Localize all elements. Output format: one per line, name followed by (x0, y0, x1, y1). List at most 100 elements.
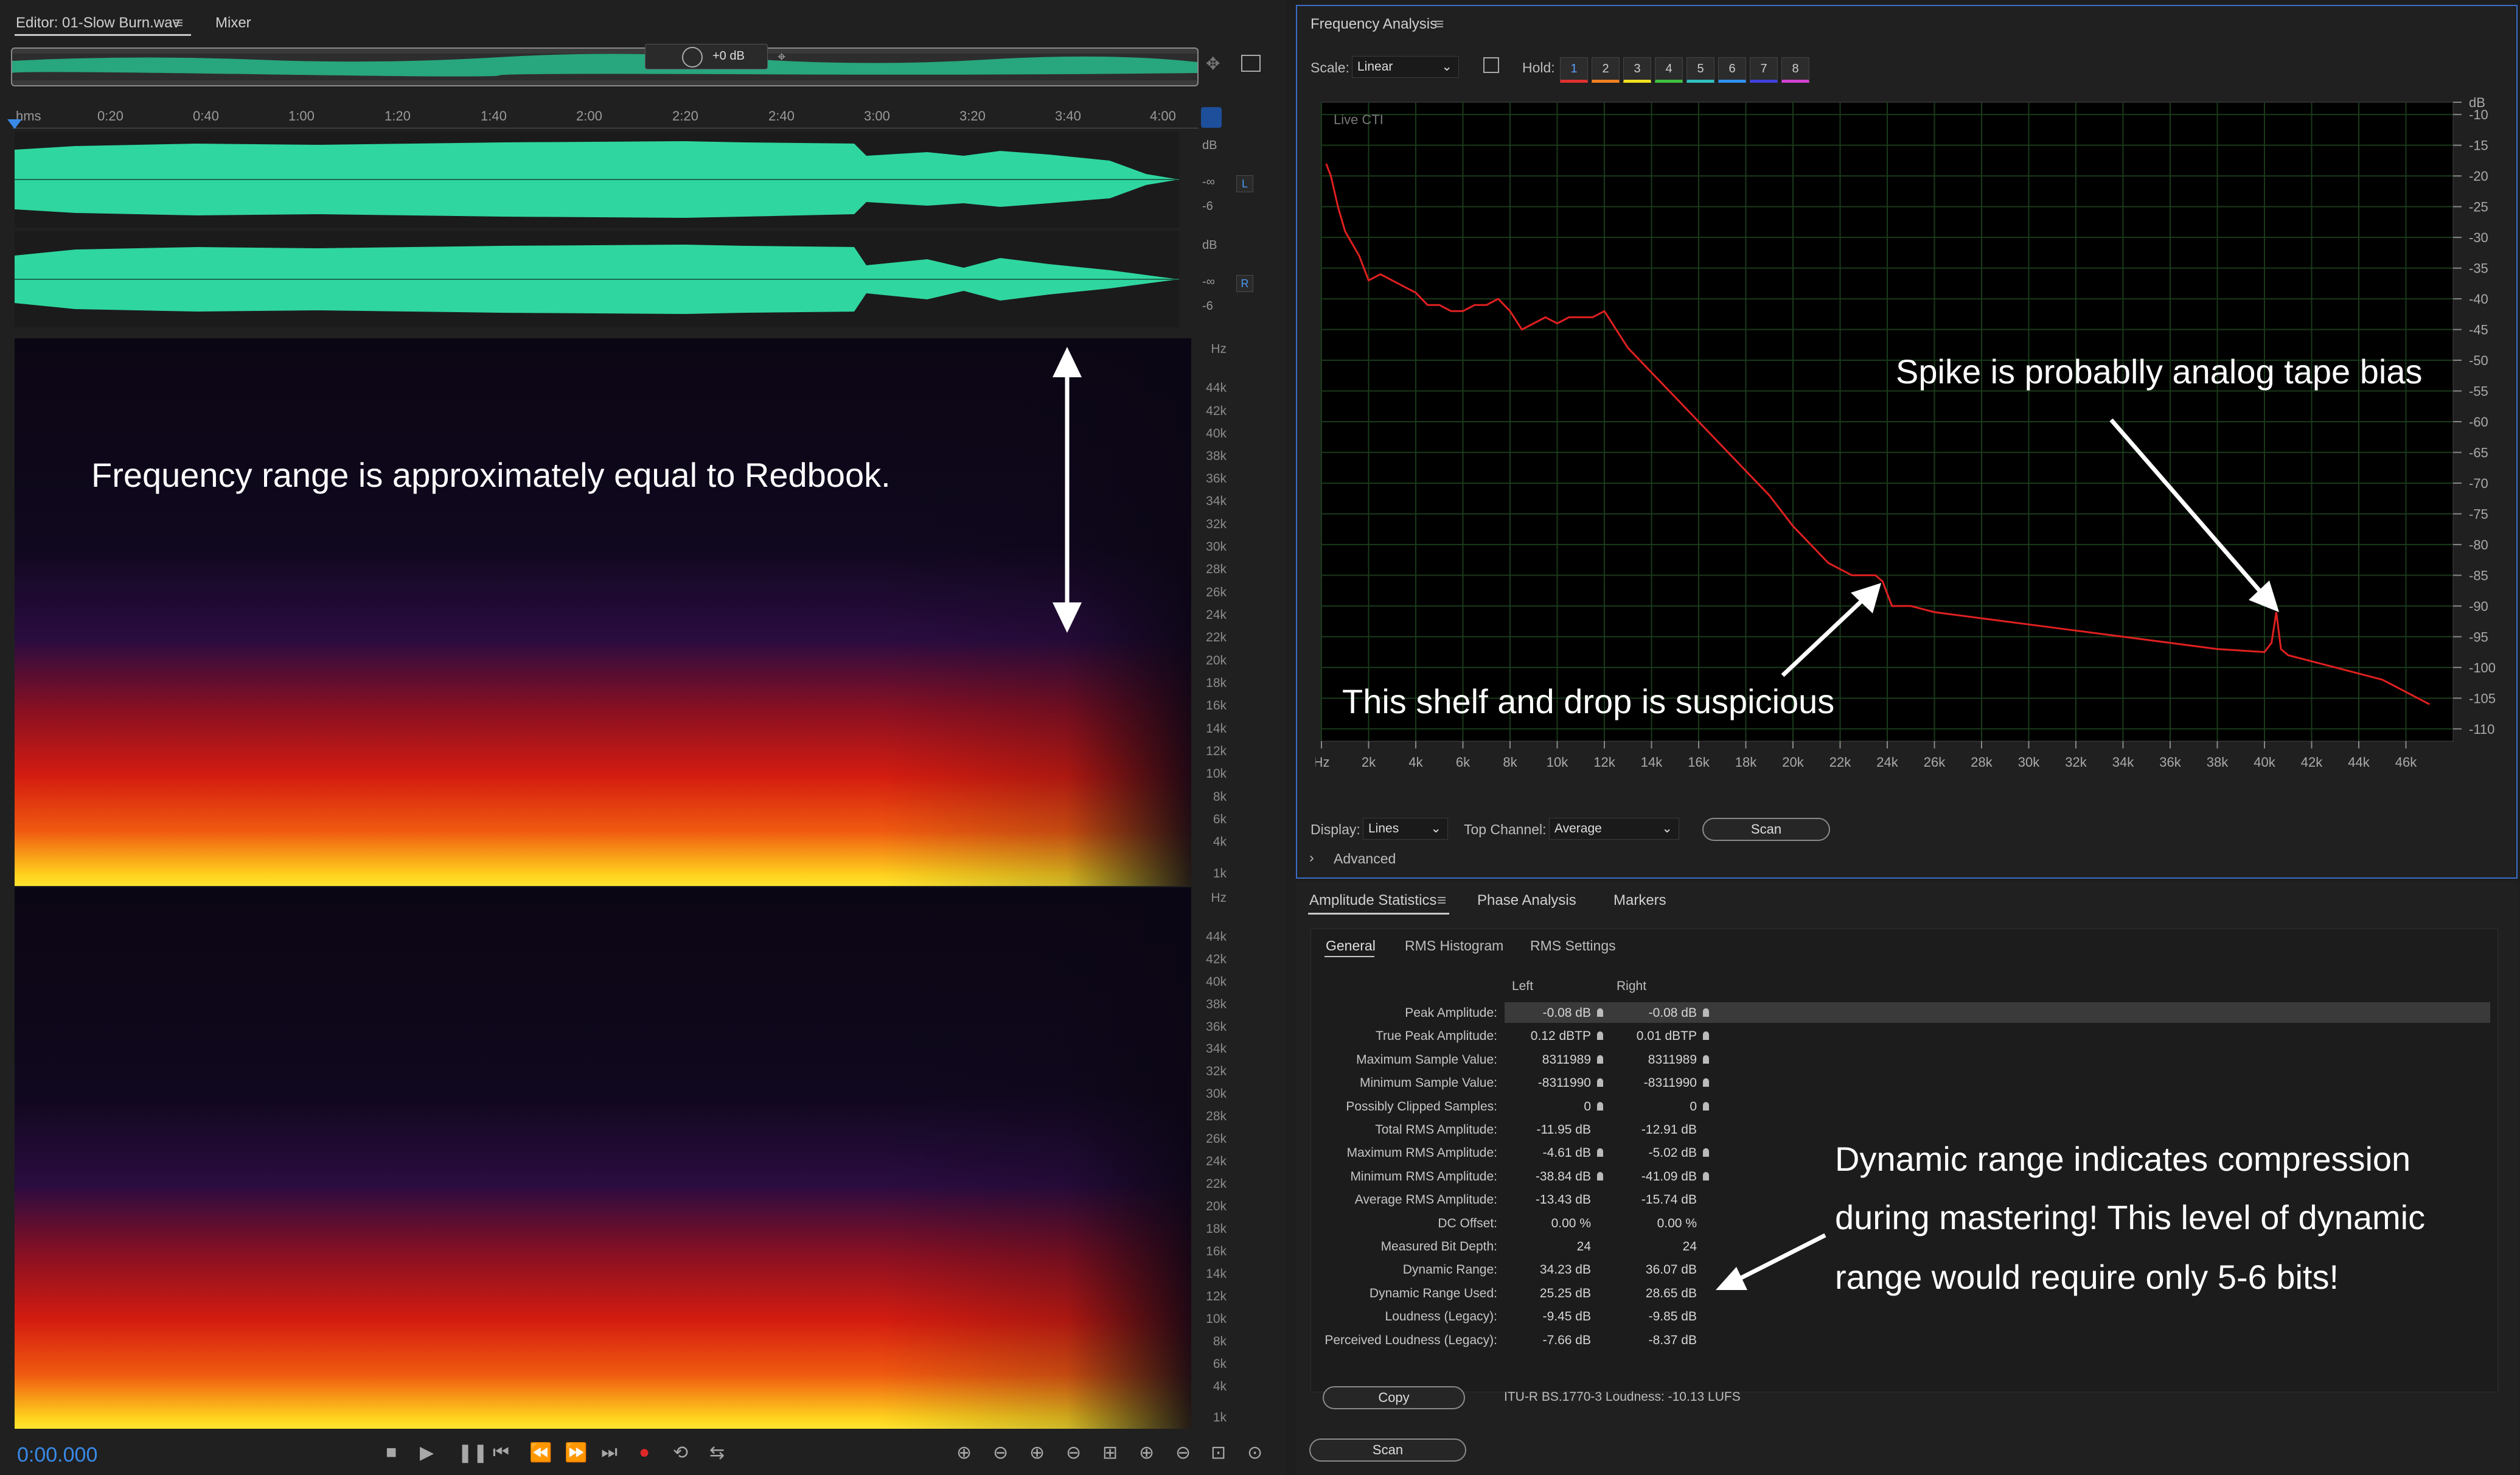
zoom-fit-icon[interactable]: ⊡ (1211, 1442, 1226, 1463)
editor-tab-menu-icon[interactable]: ≡ (174, 13, 183, 32)
zoom-in-time-icon[interactable]: ⊕ (1029, 1442, 1045, 1463)
hold-button-6[interactable]: 6 (1718, 57, 1746, 83)
stat-value-right[interactable]: -8.37 dB (1612, 1333, 1697, 1348)
stat-value-right[interactable]: -41.09 dB (1612, 1170, 1697, 1184)
hold-button-2[interactable]: 2 (1592, 57, 1620, 83)
marker-pin-icon[interactable] (1597, 1101, 1603, 1111)
stat-value-left[interactable]: -4.61 dB (1506, 1146, 1591, 1160)
stat-value-right[interactable]: 36.07 dB (1612, 1263, 1697, 1277)
time-display[interactable]: 0:00.000 (17, 1443, 97, 1467)
skip-selection-icon[interactable]: ⇆ (709, 1442, 725, 1463)
hold-button-3[interactable]: 3 (1623, 57, 1651, 83)
stat-value-left[interactable]: 0.12 dBTP (1506, 1029, 1591, 1044)
overview-waveform[interactable] (11, 47, 1199, 86)
snap-toggle-icon[interactable] (1201, 107, 1222, 128)
stat-value-right[interactable]: -8311990 (1612, 1076, 1697, 1090)
hold-button-5[interactable]: 5 (1686, 57, 1714, 83)
frequency-analysis-title[interactable]: Frequency Analysis (1310, 16, 1437, 33)
loop-icon[interactable]: ⟲ (673, 1442, 688, 1463)
zoom-in-amplitude-icon[interactable]: ⊕ (956, 1442, 972, 1463)
copy-graph-icon[interactable] (1483, 57, 1499, 73)
stat-value-right[interactable]: 0.00 % (1612, 1216, 1697, 1231)
marker-pin-icon[interactable] (1703, 1031, 1709, 1041)
stat-value-right[interactable]: 28.65 dB (1612, 1286, 1697, 1301)
stat-value-left[interactable]: -13.43 dB (1506, 1193, 1591, 1207)
subtab-general[interactable]: General (1326, 938, 1376, 954)
stat-value-left[interactable]: -11.95 dB (1506, 1123, 1591, 1137)
top-channel-select[interactable]: Average ⌄ (1549, 818, 1679, 840)
pause-icon[interactable]: ❚❚ (458, 1442, 488, 1463)
stat-value-left[interactable]: -38.84 dB (1506, 1170, 1591, 1184)
tab-amplitude-statistics[interactable]: Amplitude Statistics (1309, 892, 1436, 909)
zoom-out-time-icon[interactable]: ⊖ (1066, 1442, 1081, 1463)
zoom-in-point-icon[interactable]: ⊕ (1139, 1442, 1154, 1463)
fast-forward-icon[interactable]: ⏩ (565, 1442, 587, 1463)
stat-value-right[interactable]: 0 (1612, 1100, 1697, 1114)
fa-scan-button[interactable]: Scan (1702, 818, 1830, 841)
stat-value-left[interactable]: -0.08 dB (1506, 1006, 1591, 1020)
marker-pin-icon[interactable] (1597, 1008, 1603, 1017)
playhead-marker-icon[interactable] (7, 119, 22, 129)
waveform-right-channel[interactable] (15, 231, 1179, 327)
record-icon[interactable]: ● (639, 1442, 650, 1463)
display-select[interactable]: Lines ⌄ (1363, 818, 1448, 840)
stat-value-right[interactable]: -5.02 dB (1612, 1146, 1697, 1160)
fa-menu-icon[interactable]: ≡ (1435, 15, 1444, 33)
marker-pin-icon[interactable] (1597, 1148, 1603, 1157)
mixer-tab[interactable]: Mixer (215, 15, 251, 32)
stat-value-right[interactable]: -15.74 dB (1612, 1193, 1697, 1207)
stat-value-left[interactable]: 0 (1506, 1100, 1591, 1114)
stat-value-right[interactable]: 24 (1612, 1240, 1697, 1254)
stat-value-left[interactable]: 0.00 % (1506, 1216, 1591, 1231)
marker-pin-icon[interactable] (1703, 1171, 1709, 1180)
stat-value-left[interactable]: 25.25 dB (1506, 1286, 1591, 1301)
stat-value-left[interactable]: -7.66 dB (1506, 1333, 1591, 1348)
tab-phase-analysis[interactable]: Phase Analysis (1477, 892, 1576, 909)
copy-button[interactable]: Copy (1323, 1386, 1465, 1409)
subtab-rms-settings[interactable]: RMS Settings (1530, 938, 1616, 954)
editor-tab[interactable]: Editor: 01-Slow Burn.wav (16, 15, 179, 32)
stat-value-right[interactable]: -9.85 dB (1612, 1309, 1697, 1324)
channel-R-badge[interactable]: R (1236, 275, 1253, 292)
rewind-icon[interactable]: ⏪ (529, 1442, 552, 1463)
stat-value-right[interactable]: 0.01 dBTP (1612, 1029, 1697, 1044)
stat-value-left[interactable]: 24 (1506, 1240, 1591, 1254)
stop-icon[interactable]: ■ (386, 1442, 397, 1463)
marker-pin-icon[interactable] (1703, 1078, 1709, 1087)
marker-pin-icon[interactable] (1703, 1008, 1709, 1017)
spectrogram-right[interactable] (15, 887, 1191, 1429)
pin-icon[interactable]: ⌖ (778, 49, 786, 66)
hold-button-8[interactable]: 8 (1781, 57, 1809, 83)
hold-button-4[interactable]: 4 (1655, 57, 1683, 83)
stat-value-right[interactable]: 8311989 (1612, 1053, 1697, 1067)
marker-pin-icon[interactable] (1703, 1148, 1709, 1157)
zoom-nav-icon[interactable]: ✥ (1206, 54, 1220, 74)
gain-knob-icon[interactable] (682, 47, 703, 68)
amp-menu-icon[interactable]: ≡ (1437, 891, 1446, 910)
zoom-out-amplitude-icon[interactable]: ⊖ (993, 1442, 1008, 1463)
play-icon[interactable]: ▶ (420, 1442, 434, 1463)
skip-start-icon[interactable]: ⏮ (493, 1442, 509, 1463)
waveform-left-channel[interactable] (15, 131, 1179, 228)
zoom-out-full-icon[interactable]: ⊖ (1175, 1442, 1191, 1463)
marker-pin-icon[interactable] (1597, 1078, 1603, 1087)
hold-button-1[interactable]: 1 (1560, 57, 1588, 83)
stat-value-left[interactable]: 8311989 (1506, 1053, 1591, 1067)
stat-value-left[interactable]: -8311990 (1506, 1076, 1591, 1090)
gain-hud[interactable]: +0 dB (645, 44, 768, 69)
amp-scan-button[interactable]: Scan (1309, 1438, 1466, 1462)
channel-L-badge[interactable]: L (1236, 175, 1253, 192)
subtab-rms-histogram[interactable]: RMS Histogram (1405, 938, 1503, 954)
panel-layout-icon[interactable] (1241, 55, 1261, 72)
marker-pin-icon[interactable] (1703, 1101, 1709, 1111)
advanced-chevron-icon[interactable]: › (1309, 849, 1314, 866)
advanced-toggle[interactable]: Advanced (1334, 851, 1396, 867)
marker-pin-icon[interactable] (1703, 1055, 1709, 1064)
tab-markers[interactable]: Markers (1613, 892, 1666, 909)
marker-pin-icon[interactable] (1597, 1055, 1603, 1064)
stat-value-left[interactable]: -9.45 dB (1506, 1309, 1591, 1324)
stat-value-right[interactable]: -12.91 dB (1612, 1123, 1697, 1137)
spectrogram-left[interactable] (15, 338, 1191, 886)
stat-value-right[interactable]: -0.08 dB (1612, 1006, 1697, 1020)
zoom-reset-icon[interactable]: ⊙ (1247, 1442, 1262, 1463)
